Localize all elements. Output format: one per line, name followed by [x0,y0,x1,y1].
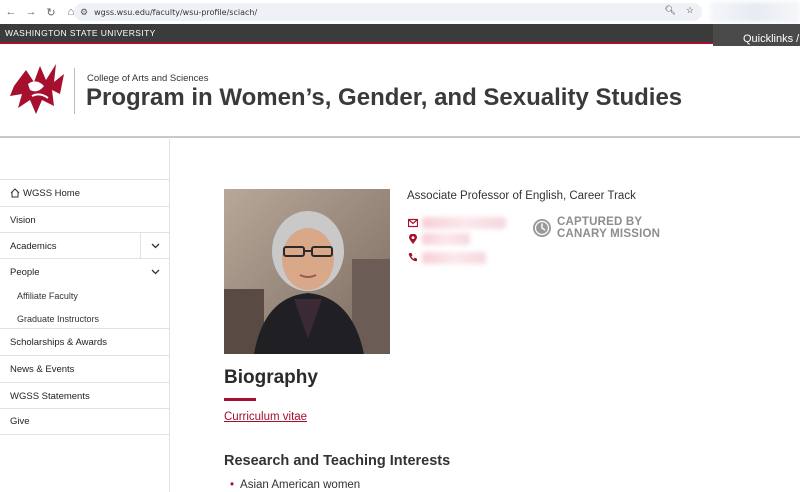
university-name[interactable]: WASHINGTON STATE UNIVERSITY [5,28,156,38]
sidebar-item-academics[interactable]: Academics [0,232,170,259]
sidebar-item-label: Academics [10,240,57,252]
sidebar-item-label: Scholarships & Awards [10,336,107,348]
list-item: • Asian American women [230,479,360,491]
header-divider [74,68,75,114]
redacted-phone [422,252,486,264]
watermark-line-2: CANARY MISSION [557,228,661,240]
sidebar-item-label: News & Events [10,363,75,375]
back-icon[interactable]: ← [2,3,20,21]
sidebar-nav: WGSS Home Vision Academics People Affili… [0,139,170,492]
biography-heading: Biography [224,367,318,388]
zoom-icon[interactable]: 🔍︎ [664,5,675,16]
redacted-location [422,233,470,245]
sidebar-item-label: Affiliate Faculty [17,290,78,301]
sidebar-item-news-events[interactable]: News & Events [0,355,170,382]
forward-icon[interactable]: → [22,3,40,21]
sidebar-item-give[interactable]: Give [0,408,170,435]
university-band: WASHINGTON STATE UNIVERSITY [0,24,800,44]
phone-icon [408,253,417,262]
sidebar-item-label: WGSS Home [23,187,81,199]
url-text: wgss.wsu.edu/faculty/wsu-profile/sciach/ [94,7,258,17]
location-pin-icon [409,234,417,244]
canary-clock-icon [533,219,551,237]
program-title[interactable]: Program in Women’s, Gender, and Sexualit… [86,84,682,112]
sidebar-item-statements[interactable]: WGSS Statements [0,382,170,409]
canary-mission-watermark: CAPTURED BY CANARY MISSION [532,216,660,240]
job-title: Associate Professor of English, Career T… [407,190,636,202]
sidebar-item-label: Vision [10,214,36,226]
sidebar-item-label: Give [10,416,30,427]
watermark-line-1: CAPTURED BY [557,216,643,228]
address-bar[interactable]: ⚙ wgss.wsu.edu/faculty/wsu-profile/sciac… [74,3,702,21]
curriculum-vitae-link[interactable]: Curriculum vitae [224,411,307,423]
email-icon [408,218,418,228]
chevron-down-icon[interactable] [140,233,170,259]
heading-underline [224,398,256,401]
sidebar-item-scholarships[interactable]: Scholarships & Awards [0,328,170,355]
bookmark-star-icon[interactable]: ☆ [686,5,694,16]
reload-icon[interactable]: ↻ [42,3,60,21]
wsu-cougar-logo[interactable] [8,60,66,116]
sidebar-item-wgss-home[interactable]: WGSS Home [0,179,170,206]
interest-label: Asian American women [240,479,361,491]
site-info-icon[interactable]: ⚙ [80,7,88,18]
sidebar-item-label: WGSS Statements [10,390,90,402]
bullet-icon: • [230,479,235,491]
browser-toolbar: ← → ↻ ⌂ ⚙ wgss.wsu.edu/faculty/wsu-profi… [0,0,800,24]
redacted-email [422,217,506,229]
sidebar-item-people[interactable]: People [0,258,170,285]
interests-heading: Research and Teaching Interests [224,453,451,469]
sidebar-item-vision[interactable]: Vision [0,206,170,233]
sidebar-item-label: Graduate Instructors [17,313,100,324]
college-name[interactable]: College of Arts and Sciences [87,73,208,84]
house-icon [10,188,20,198]
site-header: College of Arts and Sciences Program in … [0,46,800,138]
profile-photo [224,189,390,354]
blurred-extension-area [710,2,800,22]
sidebar-item-label: People [10,266,40,278]
